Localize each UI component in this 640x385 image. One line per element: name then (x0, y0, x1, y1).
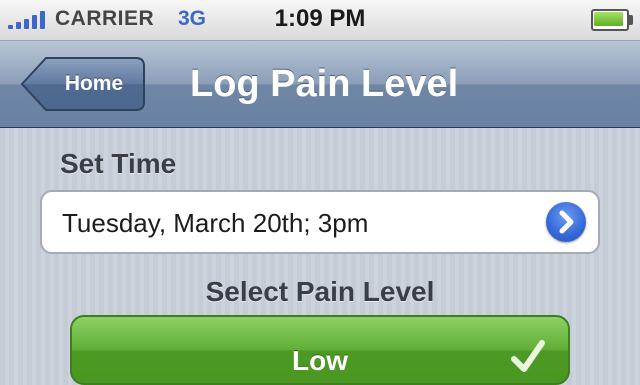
set-time-label: Set Time (60, 148, 177, 179)
pain-level-low-button[interactable]: Low (70, 315, 570, 385)
selected-time-value: Tuesday, March 20th; 3pm (62, 208, 369, 238)
status-time: 1:09 PM (274, 5, 366, 32)
home-back-label: Home (64, 72, 124, 95)
select-pain-level-label: Select Pain Level (205, 276, 435, 307)
home-back-button[interactable]: Home (20, 56, 146, 112)
checkmark-icon (511, 340, 545, 372)
time-selector-field[interactable]: Tuesday, March 20th; 3pm (40, 190, 600, 254)
status-bar: CARRIER 3G 1:09 PM (0, 0, 640, 41)
battery-full-icon (591, 9, 635, 31)
disclosure-arrow-icon[interactable] (546, 202, 586, 242)
pain-level-low-label: Low (292, 345, 348, 376)
navigation-bar: Home Log Pain Level (0, 41, 640, 128)
page-title: Log Pain Level (190, 63, 459, 105)
